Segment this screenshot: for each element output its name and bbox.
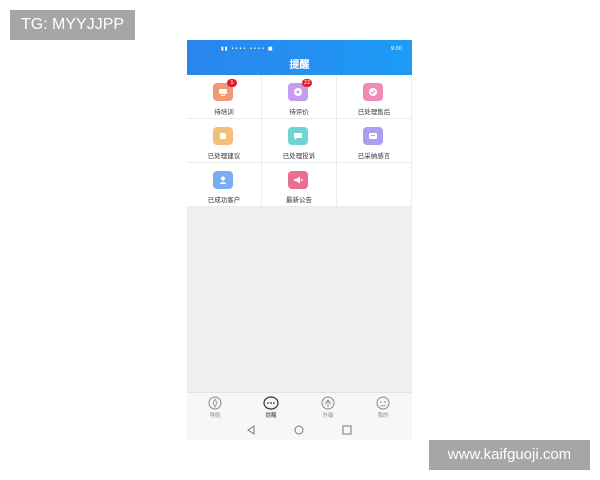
grid-empty-cell bbox=[337, 163, 412, 207]
page-title: 提醒 bbox=[289, 60, 310, 71]
grid-item-processed-aftersales[interactable]: 已处理售后 bbox=[337, 75, 412, 119]
grid-item-successful-customers[interactable]: 已成功客户 bbox=[187, 163, 262, 207]
upgrade-icon bbox=[321, 396, 335, 410]
training-icon: 1 bbox=[213, 79, 237, 101]
tab-label: 导航 bbox=[209, 413, 221, 419]
recents-icon[interactable] bbox=[341, 425, 353, 435]
grid-item-adopted-testimonials[interactable]: 已采纳感言 bbox=[337, 119, 412, 163]
compass-icon bbox=[208, 396, 222, 410]
grid-item-pending-review[interactable]: 22 待评价 bbox=[262, 75, 337, 119]
chat-bubble-icon bbox=[263, 396, 279, 410]
signal-indicators: ▮▮ •••• •••• ■ bbox=[221, 46, 274, 52]
tab-upgrade[interactable]: 升级 bbox=[308, 396, 348, 420]
suggestion-icon bbox=[213, 127, 233, 145]
tab-label: 提醒 bbox=[265, 413, 277, 419]
status-time: 9:00 bbox=[390, 46, 402, 52]
profile-icon bbox=[376, 396, 390, 410]
grid-item-label: 已处理建议 bbox=[207, 152, 241, 160]
grid-item-latest-announcements[interactable]: 最新公告 bbox=[262, 163, 337, 207]
watermark-bottom-right: www.kaifguoji.com bbox=[429, 440, 590, 470]
tab-reminders[interactable]: 提醒 bbox=[251, 396, 291, 420]
grid-item-label: 已处理投诉 bbox=[282, 152, 316, 160]
tab-profile[interactable]: 我的 bbox=[363, 396, 403, 420]
reminder-grid: 1 待培训 22 待评价 已处理售后 已处理建议 已处理投诉 已采纳感言 已成功… bbox=[187, 75, 412, 207]
testimonial-icon bbox=[363, 127, 383, 145]
badge-count: 1 bbox=[227, 79, 237, 87]
review-icon: 22 bbox=[288, 79, 312, 101]
grid-item-processed-suggestions[interactable]: 已处理建议 bbox=[187, 119, 262, 163]
grid-item-processed-complaints[interactable]: 已处理投诉 bbox=[262, 119, 337, 163]
grid-item-label: 已成功客户 bbox=[207, 196, 241, 204]
grid-item-label: 待评价 bbox=[289, 108, 309, 116]
aftersales-icon bbox=[363, 83, 383, 101]
complaint-icon bbox=[288, 127, 308, 145]
system-nav-bar bbox=[187, 420, 412, 440]
grid-item-label: 已处理售后 bbox=[357, 108, 391, 116]
grid-item-label: 待培训 bbox=[214, 108, 234, 116]
badge-count: 22 bbox=[302, 79, 312, 87]
home-icon[interactable] bbox=[293, 425, 305, 435]
customer-icon bbox=[213, 171, 233, 189]
tab-label: 升级 bbox=[322, 413, 334, 419]
grid-item-pending-training[interactable]: 1 待培训 bbox=[187, 75, 262, 119]
watermark-top-left: TG: MYYJJPP bbox=[10, 10, 135, 40]
tab-navigation[interactable]: 导航 bbox=[195, 396, 235, 420]
header-bar: ▮▮ •••• •••• ■ 9:00 提醒 bbox=[187, 40, 412, 75]
back-icon[interactable] bbox=[245, 425, 257, 435]
tab-label: 我的 bbox=[377, 413, 389, 419]
grid-item-label: 最新公告 bbox=[286, 196, 312, 204]
megaphone-icon bbox=[288, 171, 308, 189]
grid-item-label: 已采纳感言 bbox=[357, 152, 391, 160]
bottom-tab-bar: 导航 提醒 升级 我的 bbox=[187, 392, 412, 421]
phone-screen: ▮▮ •••• •••• ■ 9:00 提醒 1 待培训 22 待评价 已处理售… bbox=[187, 40, 412, 440]
